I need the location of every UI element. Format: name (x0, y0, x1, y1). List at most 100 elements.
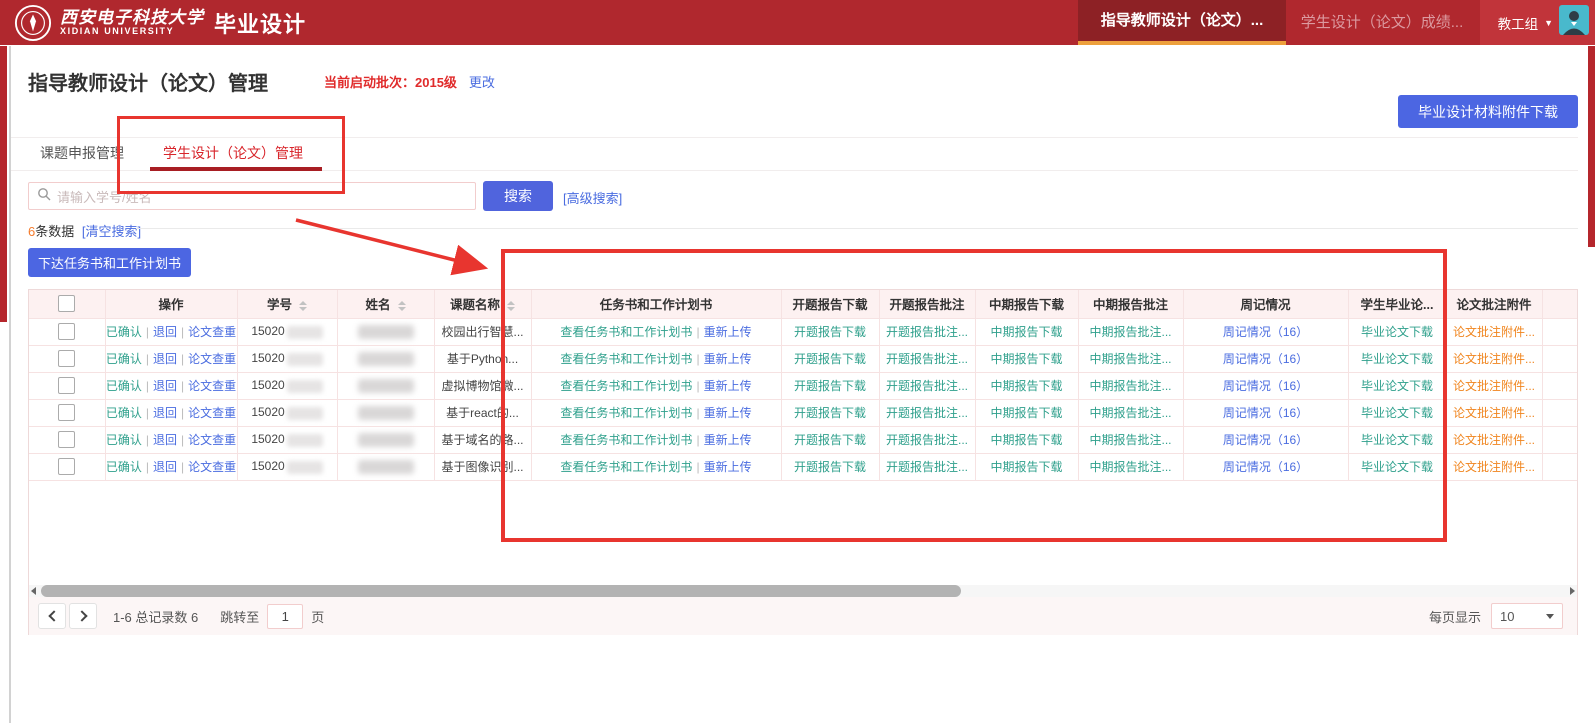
batch-label: 当前启动批次：2015级 (324, 72, 457, 91)
redacted-name (358, 406, 414, 420)
top-header: 西安电子科技大学 XIDIAN UNIVERSITY 毕业设计 指导教师设计（论… (0, 0, 1595, 45)
thesis-note-attachment-link[interactable]: 论文批注附件... (1453, 406, 1535, 420)
name-cell (337, 345, 434, 372)
assign-task-book-button[interactable]: 下达任务书和工作计划书 (28, 248, 191, 277)
return-link[interactable]: 退回 (153, 406, 177, 420)
plagiarism-check-link[interactable]: 论文查重 (188, 325, 236, 339)
confirmed-link[interactable]: 已确认 (106, 379, 142, 393)
clear-search-link[interactable]: [清空搜索] (82, 224, 141, 239)
per-page-value: 10 (1500, 609, 1514, 624)
select-all-checkbox[interactable] (58, 295, 75, 312)
annotation-arrow (288, 212, 503, 278)
chevron-down-icon (1546, 614, 1554, 619)
col-student-id[interactable]: 学号 (237, 290, 337, 318)
row-checkbox[interactable] (58, 404, 75, 421)
sort-icon[interactable] (299, 301, 307, 311)
search-button[interactable]: 搜索 (483, 181, 553, 211)
redacted-student-id (287, 326, 323, 339)
row-checkbox[interactable] (58, 350, 75, 367)
return-link[interactable]: 退回 (153, 352, 177, 366)
title-row: 指导教师设计（论文）管理 当前启动批次：2015级 更改 (28, 66, 495, 96)
row-checkbox[interactable] (58, 458, 75, 475)
student-id-cell: 15020 (237, 399, 337, 426)
plagiarism-check-link[interactable]: 论文查重 (188, 406, 236, 420)
chevron-right-icon (76, 610, 87, 621)
record-range-label: 1-6 总记录数 6 (113, 607, 198, 626)
action-cell: 已确认|退回|论文查重 (105, 345, 237, 372)
redacted-student-id (287, 380, 323, 393)
return-link[interactable]: 退回 (153, 433, 177, 447)
prev-page-button[interactable] (38, 603, 66, 629)
redacted-student-id (287, 407, 323, 420)
horizontal-scrollbar[interactable] (29, 585, 1577, 597)
col-name[interactable]: 姓名 (337, 290, 434, 318)
nav-tab-student-score[interactable]: 学生设计（论文）成绩... (1293, 0, 1471, 45)
left-red-bar (0, 46, 7, 322)
row-checkbox[interactable] (58, 323, 75, 340)
search-icon (37, 187, 51, 206)
name-cell (337, 426, 434, 453)
sort-icon[interactable] (398, 301, 406, 311)
avatar[interactable] (1559, 5, 1589, 40)
thesis-note-attachment-link[interactable]: 论文批注附件... (1453, 379, 1535, 393)
thesis-note-attachment-link[interactable]: 论文批注附件... (1453, 433, 1535, 447)
return-link[interactable]: 退回 (153, 325, 177, 339)
university-name: 西安电子科技大学 XIDIAN UNIVERSITY (60, 9, 204, 36)
left-rule-line (9, 46, 11, 723)
name-cell (337, 399, 434, 426)
plagiarism-check-link[interactable]: 论文查重 (188, 460, 236, 474)
user-area[interactable]: 教工组 ▼ (1480, 0, 1595, 45)
scrollbar-thumb[interactable] (41, 585, 961, 597)
right-red-bar (1588, 46, 1595, 247)
nav-tab-teacher-design[interactable]: 指导教师设计（论文）... (1078, 0, 1286, 45)
change-batch-link[interactable]: 更改 (469, 72, 495, 91)
scroll-right-icon[interactable] (1570, 587, 1575, 595)
student-id-cell: 15020 (237, 372, 337, 399)
col-empty (1542, 290, 1577, 318)
annotation-box-tab (117, 116, 345, 194)
redacted-name (358, 352, 414, 366)
return-link[interactable]: 退回 (153, 379, 177, 393)
action-cell: 已确认|退回|论文查重 (105, 399, 237, 426)
redacted-name (358, 460, 414, 474)
pagination-bar: 1-6 总记录数 6 跳转至 页 每页显示 10 (29, 597, 1577, 635)
per-page-select[interactable]: 10 (1491, 603, 1563, 629)
confirmed-link[interactable]: 已确认 (106, 406, 142, 420)
thesis-note-attachment-link[interactable]: 论文批注附件... (1453, 460, 1535, 474)
tab-topic-apply[interactable]: 课题申报管理 (40, 143, 124, 163)
next-page-button[interactable] (69, 603, 97, 629)
screen: 西安电子科技大学 XIDIAN UNIVERSITY 毕业设计 指导教师设计（论… (0, 0, 1595, 728)
redacted-name (358, 325, 414, 339)
redacted-student-id (287, 434, 323, 447)
jump-to-label: 跳转至 (220, 607, 259, 626)
return-link[interactable]: 退回 (153, 460, 177, 474)
row-checkbox[interactable] (58, 431, 75, 448)
page-unit-label: 页 (311, 607, 324, 626)
attachment-download-button[interactable]: 毕业设计材料附件下载 (1398, 95, 1578, 128)
action-cell: 已确认|退回|论文查重 (105, 453, 237, 480)
user-group-label[interactable]: 教工组 (1498, 13, 1539, 33)
scroll-left-icon[interactable] (31, 587, 36, 595)
confirmed-link[interactable]: 已确认 (106, 433, 142, 447)
row-checkbox[interactable] (58, 377, 75, 394)
student-id-cell: 15020 (237, 426, 337, 453)
page-number-input[interactable] (267, 604, 303, 629)
result-count-row: 6条数据 [清空搜索] (28, 221, 141, 240)
redacted-student-id (287, 353, 323, 366)
plagiarism-check-link[interactable]: 论文查重 (188, 352, 236, 366)
plagiarism-check-link[interactable]: 论文查重 (188, 433, 236, 447)
redacted-name (358, 379, 414, 393)
university-logo-icon (14, 4, 52, 42)
confirmed-link[interactable]: 已确认 (106, 325, 142, 339)
confirmed-link[interactable]: 已确认 (106, 460, 142, 474)
chevron-down-icon[interactable]: ▼ (1544, 18, 1553, 28)
thesis-note-attachment-link[interactable]: 论文批注附件... (1453, 352, 1535, 366)
col-thesis-note: 论文批注附件 (1446, 290, 1542, 318)
plagiarism-check-link[interactable]: 论文查重 (188, 379, 236, 393)
university-name-cn: 西安电子科技大学 (60, 9, 204, 27)
thesis-note-attachment-link[interactable]: 论文批注附件... (1453, 325, 1535, 339)
advanced-search-link[interactable]: [高级搜索] (563, 188, 622, 207)
student-id-cell: 15020 (237, 453, 337, 480)
annotation-box-columns (501, 249, 1447, 542)
confirmed-link[interactable]: 已确认 (106, 352, 142, 366)
